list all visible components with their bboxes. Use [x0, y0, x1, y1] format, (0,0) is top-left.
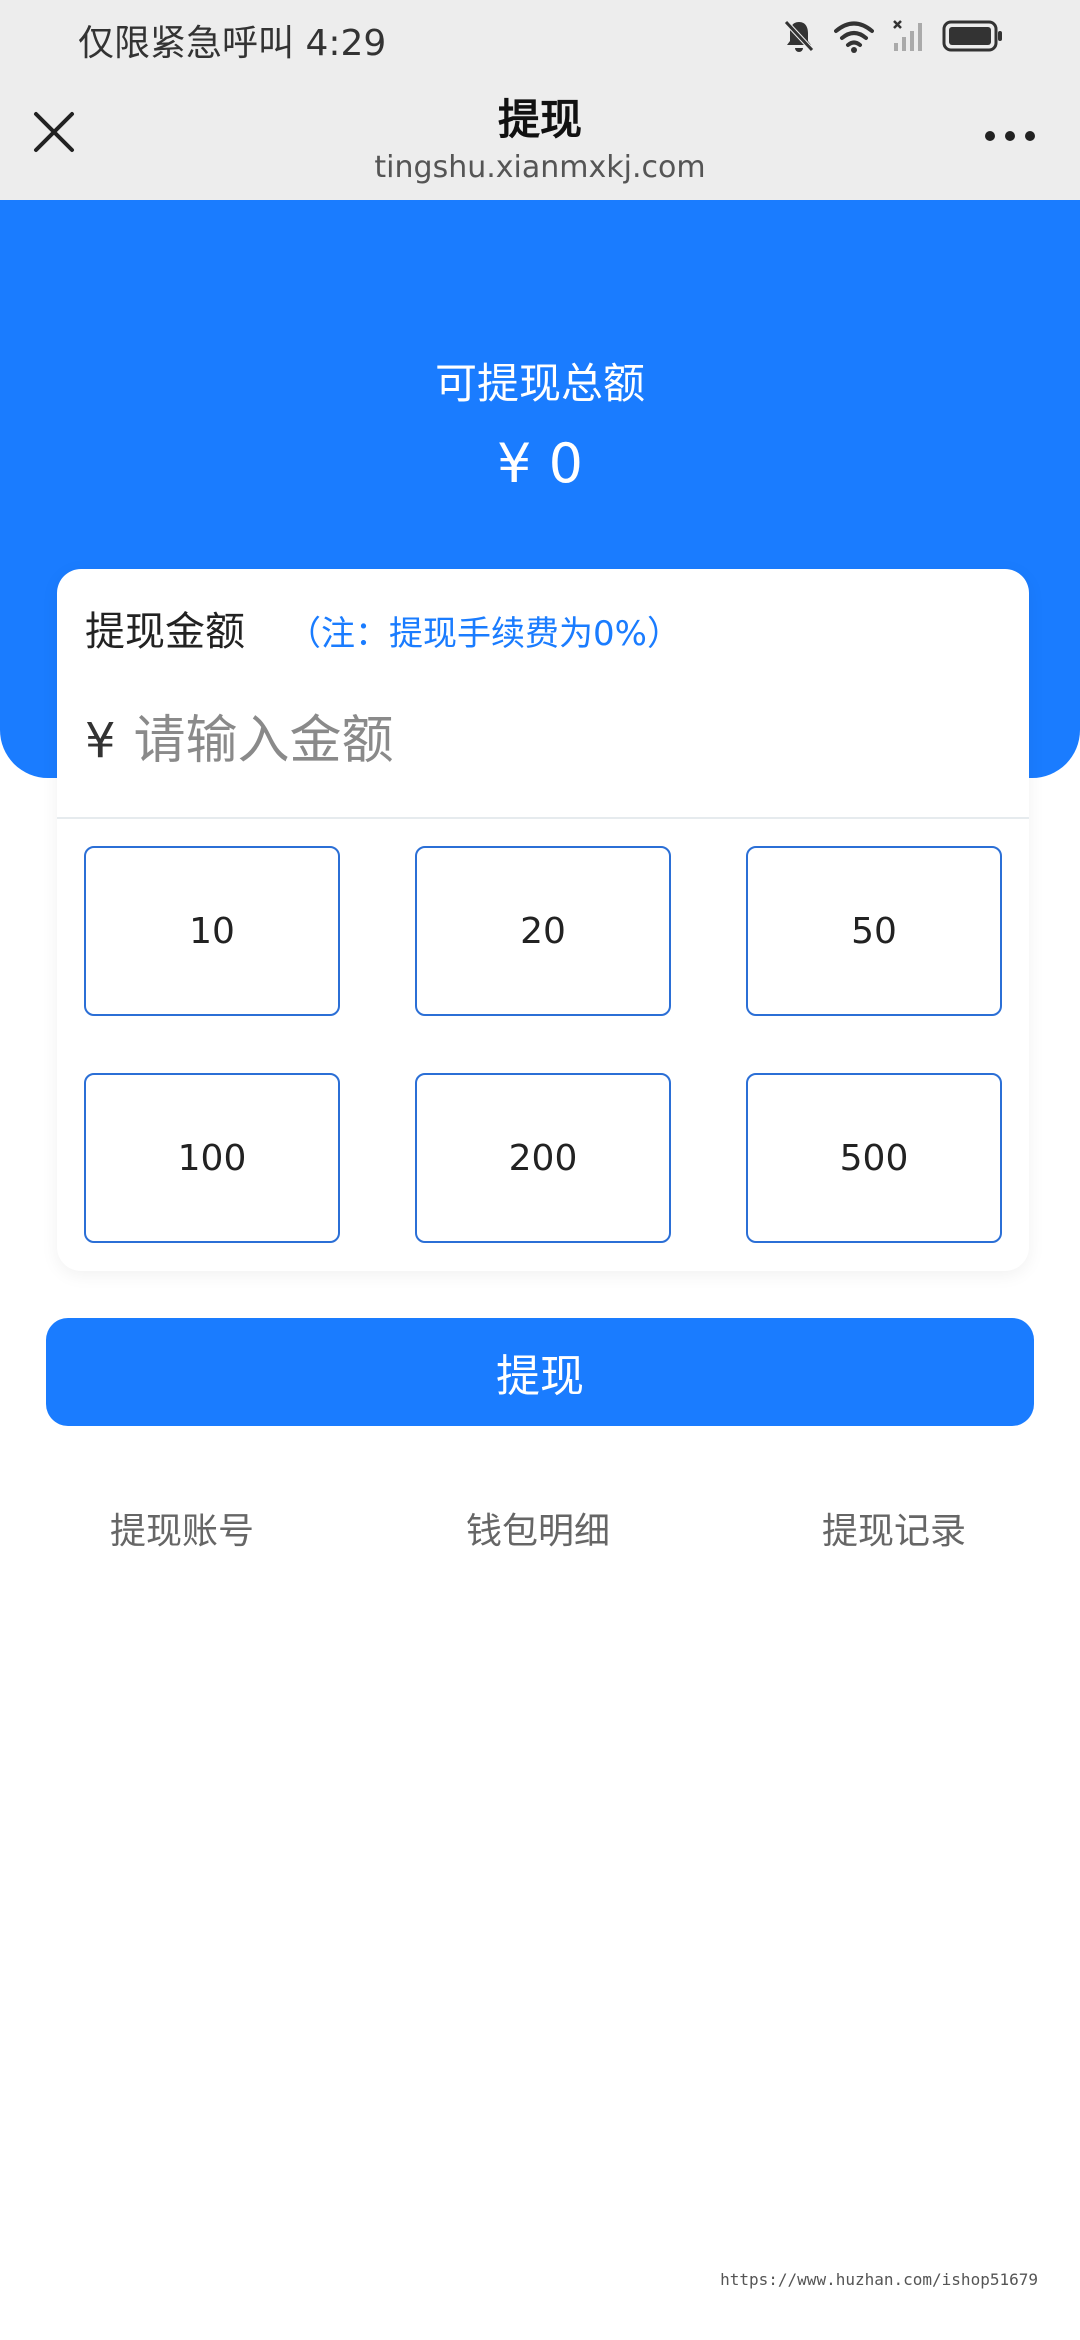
wifi-icon	[834, 21, 874, 53]
nav-bar: 提现 tingshu.xianmxkj.com	[0, 72, 1080, 200]
signal-icon	[893, 20, 922, 51]
status-text: 仅限紧急呼叫 4:29	[78, 23, 387, 64]
preset-amount-button[interactable]: 10	[84, 846, 340, 1016]
withdraw-card: 提现金额 （注：提现手续费为0%） ¥ 10 20 50 100 200 500	[57, 569, 1029, 1271]
wallet-details-link[interactable]: 钱包明细	[466, 1502, 610, 1554]
preset-amount-button[interactable]: 20	[415, 846, 671, 1016]
more-icon[interactable]	[984, 128, 1036, 144]
withdraw-account-link[interactable]: 提现账号	[110, 1502, 254, 1554]
divider	[57, 817, 1029, 819]
withdraw-button[interactable]: 提现	[46, 1318, 1034, 1426]
balance-label: 可提现总额	[434, 359, 645, 408]
preset-amount-button[interactable]: 500	[746, 1073, 1002, 1243]
preset-amount-button[interactable]: 100	[84, 1073, 340, 1243]
amount-input-row: ¥	[85, 699, 1001, 783]
status-bar: 仅限紧急呼叫 4:29	[0, 0, 1080, 72]
watermark: https://www.huzhan.com/ishop51679	[720, 2270, 1038, 2289]
bell-muted-icon	[784, 20, 814, 52]
withdraw-amount-title: 提现金额	[85, 609, 245, 655]
withdraw-history-link[interactable]: 提现记录	[822, 1502, 966, 1554]
status-icons	[782, 14, 1004, 58]
page-title: 提现	[497, 95, 582, 144]
battery-icon	[942, 20, 1002, 52]
currency-sign: ¥	[85, 713, 116, 769]
balance-amount: ¥ 0	[497, 432, 583, 495]
preset-amount-button[interactable]: 50	[746, 846, 1002, 1016]
amount-input[interactable]	[131, 710, 896, 772]
preset-amount-button[interactable]: 200	[415, 1073, 671, 1243]
fee-note: （注：提现手续费为0%）	[287, 614, 681, 654]
page-url: tingshu.xianmxkj.com	[374, 150, 706, 185]
